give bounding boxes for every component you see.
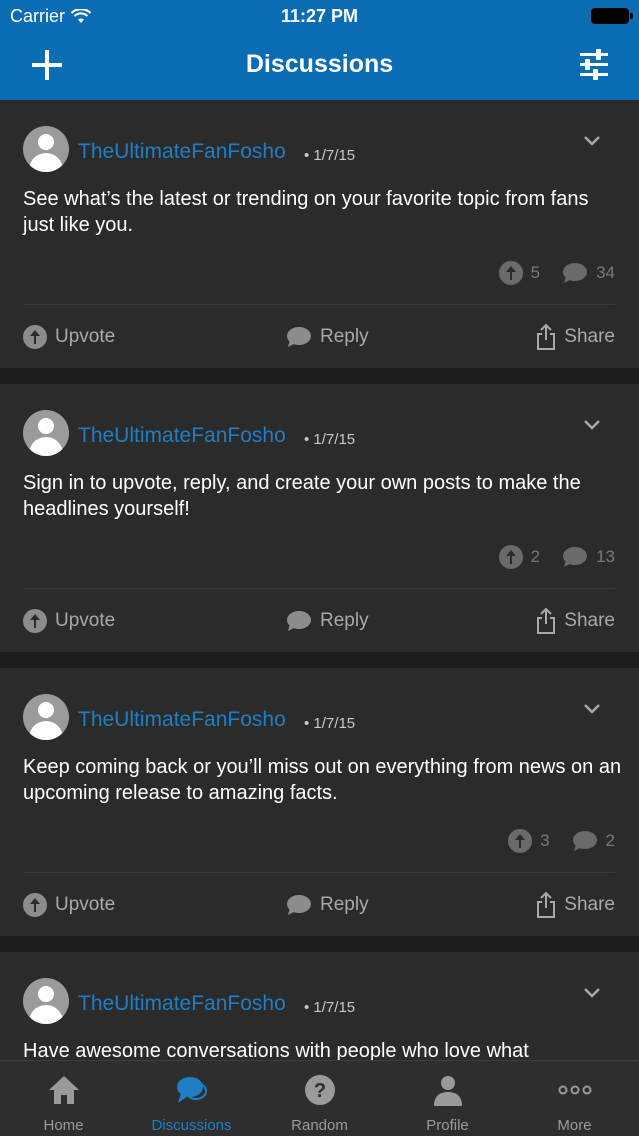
post-card[interactable]: TheUltimateFanFosho • 1/7/15 Keep coming…: [0, 668, 639, 936]
post-author[interactable]: TheUltimateFanFosho: [78, 992, 286, 1016]
post-text: Keep coming back or you’ll miss out on e…: [23, 756, 622, 804]
upvote-count: 3: [540, 831, 550, 850]
reply-button[interactable]: Reply: [286, 606, 369, 636]
question-icon: ?: [305, 1075, 335, 1105]
comment-count: 13: [596, 547, 615, 566]
page-title: Discussions: [245, 50, 394, 78]
discussions-icon: [177, 1077, 207, 1103]
comment-count-icon: [563, 547, 588, 567]
avatar[interactable]: [23, 694, 69, 740]
divider: [23, 588, 615, 589]
share-icon: [537, 607, 556, 634]
upvote-icon: [23, 325, 47, 349]
post-stats: 2 13: [498, 544, 615, 570]
tab-label: More: [557, 1117, 592, 1134]
post-author[interactable]: TheUltimateFanFosho: [78, 140, 286, 164]
avatar[interactable]: [23, 978, 69, 1024]
upvote-button[interactable]: Upvote: [23, 606, 115, 636]
upvote-label: Upvote: [55, 610, 116, 631]
chevron-down-icon[interactable]: [583, 702, 601, 716]
tab-discussions[interactable]: Discussions: [128, 1061, 255, 1136]
avatar[interactable]: [23, 410, 69, 456]
tab-profile[interactable]: Profile: [384, 1061, 511, 1136]
filter-sliders-icon[interactable]: [577, 48, 611, 82]
post-text: See what’s the latest or trending on you…: [23, 188, 589, 236]
tab-label: Random: [291, 1117, 348, 1134]
upvote-count: 2: [530, 547, 541, 566]
upvote-label: Upvote: [55, 326, 116, 347]
post-card[interactable]: TheUltimateFanFosho • 1/7/15 See what’s …: [0, 100, 639, 368]
post-card[interactable]: TheUltimateFanFosho • 1/7/15 Sign in to …: [0, 384, 639, 652]
reply-button[interactable]: Reply: [286, 890, 369, 920]
post-text: Sign in to upvote, reply, and create you…: [23, 472, 581, 520]
status-time: 11:27 PM: [280, 6, 359, 26]
share-button[interactable]: Share: [536, 322, 615, 352]
reply-label: Reply: [320, 326, 369, 347]
upvote-button[interactable]: Upvote: [23, 322, 115, 352]
share-label: Share: [564, 326, 615, 347]
upvote-icon: [23, 893, 47, 917]
upvote-count-icon: [498, 261, 523, 285]
upvote-icon: [23, 609, 47, 633]
post-stats: 3 2: [508, 828, 615, 854]
comment-count: 34: [596, 263, 615, 282]
post-author[interactable]: TheUltimateFanFosho: [78, 708, 286, 732]
divider: [23, 304, 615, 305]
share-icon: [537, 323, 556, 350]
reply-bubble-icon: [287, 895, 311, 915]
chevron-down-icon[interactable]: [583, 418, 601, 432]
share-button[interactable]: Share: [536, 890, 615, 920]
tab-bar: Home Discussions ? Random Profile More: [0, 1060, 639, 1136]
tab-more[interactable]: More: [511, 1061, 638, 1136]
comment-count-icon: [572, 831, 597, 851]
share-label: Share: [564, 894, 615, 915]
post-date: • 1/7/15: [304, 715, 356, 732]
reply-bubble-icon: [287, 327, 311, 347]
home-icon: [49, 1076, 79, 1104]
profile-icon: [434, 1076, 462, 1106]
reply-button[interactable]: Reply: [286, 322, 369, 352]
comment-count: 2: [605, 831, 615, 850]
upvote-count-icon: [508, 829, 533, 853]
tab-home[interactable]: Home: [0, 1061, 127, 1136]
tab-label: Profile: [426, 1117, 469, 1134]
share-label: Share: [564, 610, 615, 631]
tab-label: Home: [43, 1117, 84, 1134]
post-author[interactable]: TheUltimateFanFosho: [78, 424, 286, 448]
tab-label: Discussions: [151, 1117, 232, 1134]
upvote-label: Upvote: [55, 894, 116, 915]
post-date: • 1/7/15: [304, 147, 356, 164]
upvote-count-icon: [498, 545, 523, 569]
svg-text:?: ?: [314, 1080, 326, 1102]
tab-random[interactable]: ? Random: [256, 1061, 383, 1136]
upvote-button[interactable]: Upvote: [23, 890, 115, 920]
post-date: • 1/7/15: [304, 431, 356, 448]
share-icon: [537, 891, 556, 918]
share-button[interactable]: Share: [536, 606, 615, 636]
more-dots-icon: [558, 1085, 592, 1095]
comment-count-icon: [563, 263, 588, 283]
chevron-down-icon[interactable]: [583, 134, 601, 148]
reply-label: Reply: [320, 610, 369, 631]
upvote-count: 5: [530, 263, 541, 282]
battery-icon: [591, 8, 633, 24]
avatar[interactable]: [23, 126, 69, 172]
reply-bubble-icon: [287, 611, 311, 631]
post-card[interactable]: TheUltimateFanFosho • 1/7/15 Have awesom…: [0, 952, 639, 1072]
status-bar: Carrier 11:27 PM: [0, 0, 639, 32]
post-date: • 1/7/15: [304, 999, 356, 1016]
divider: [23, 872, 615, 873]
chevron-down-icon[interactable]: [583, 986, 601, 1000]
reply-label: Reply: [320, 894, 369, 915]
post-stats: 5 34: [498, 260, 615, 286]
app-header: Carrier 11:27 PM Discussions: [0, 0, 639, 100]
